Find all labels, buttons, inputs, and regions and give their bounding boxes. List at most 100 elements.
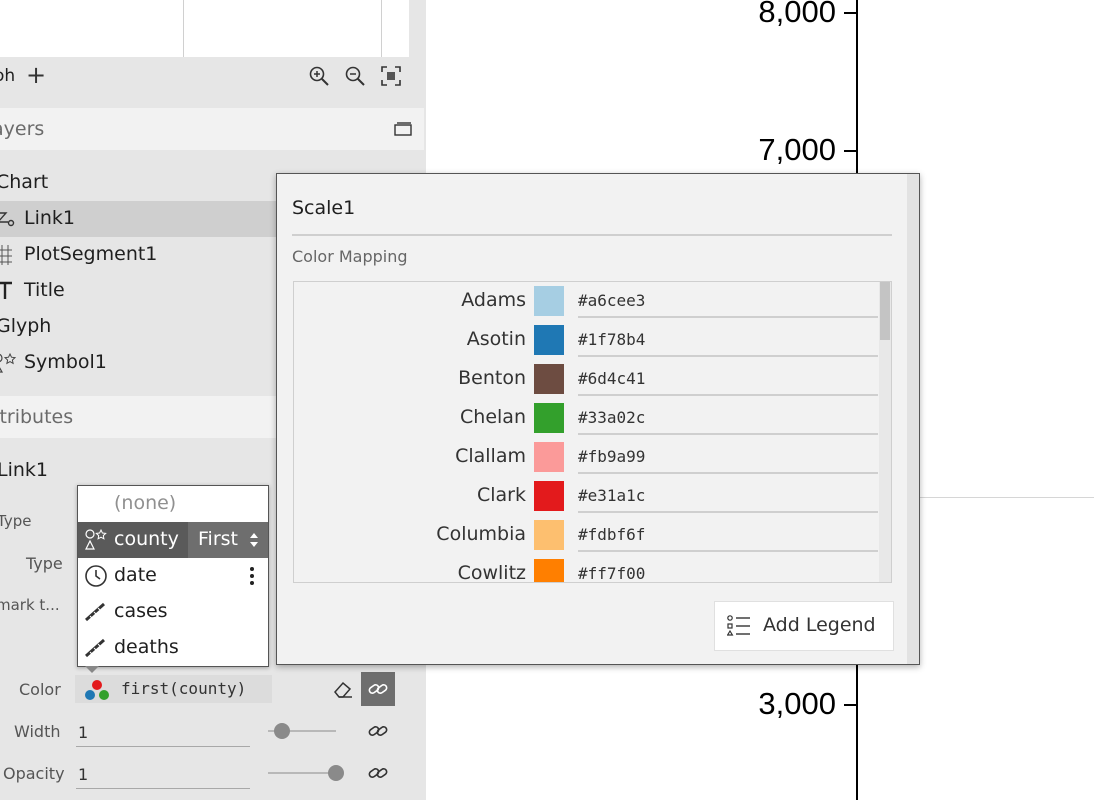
color-swatch[interactable] xyxy=(534,559,564,582)
color-swatch[interactable] xyxy=(534,325,564,355)
color-hex-value: #33a02c xyxy=(578,408,646,427)
add-glyph-icon[interactable]: + xyxy=(26,61,46,89)
glyph-tab-label[interactable]: oh xyxy=(0,66,15,86)
legend-icon xyxy=(726,615,751,637)
width-value: 1 xyxy=(78,723,89,742)
layer-label: Link1 xyxy=(24,207,75,229)
sort-arrows-icon xyxy=(248,530,260,555)
color-hex-value: #ff7f00 xyxy=(578,564,646,583)
width-input[interactable]: 1 xyxy=(76,718,250,747)
symbol-icon xyxy=(0,352,18,374)
field-option-label: (none) xyxy=(114,492,177,514)
mapping-key: Asotin xyxy=(466,328,526,350)
add-legend-button[interactable]: Add Legend xyxy=(714,601,894,651)
color-mapping-row: Cowlitz #ff7f00 xyxy=(294,555,884,583)
color-swatch[interactable] xyxy=(534,442,564,472)
mapping-list-scrollbar[interactable] xyxy=(879,282,891,582)
bind-data-icon[interactable] xyxy=(361,672,395,706)
color-hex-input[interactable]: #6d4c41 xyxy=(578,364,878,396)
scale-editor-popup: Scale1 Color Mapping Cowlitz #ff7f00 Colum… xyxy=(276,173,920,665)
link-icon xyxy=(0,208,18,230)
aggregation-value: First xyxy=(198,528,238,550)
color-hex-input[interactable]: #a6cee3 xyxy=(578,286,878,318)
more-options-icon[interactable] xyxy=(250,566,254,586)
field-option-cases[interactable]: cases xyxy=(78,594,268,630)
opacity-slider[interactable] xyxy=(268,772,336,774)
preview-gridline xyxy=(381,0,382,57)
prop-label-opacity: Opacity xyxy=(3,764,65,783)
bind-data-icon[interactable] xyxy=(361,714,395,748)
glyph-toolbar: oh + xyxy=(0,57,426,95)
color-hex-value: #e31a1c xyxy=(578,486,646,505)
color-mapping-row: Asotin #1f78b4 xyxy=(294,321,884,360)
zoom-out-icon[interactable] xyxy=(344,65,366,87)
color-swatch[interactable] xyxy=(534,403,564,433)
prop-label-width: Width xyxy=(14,722,61,741)
field-option-deaths[interactable]: deaths xyxy=(78,630,268,666)
numerical-icon xyxy=(84,636,108,660)
color-hex-input[interactable]: #ff7f00 xyxy=(578,559,878,583)
color-mapping-row: Columbia #fdbf6f xyxy=(294,516,884,555)
color-mapping-row: Chelan #33a02c xyxy=(294,399,884,438)
color-mapping-chip[interactable]: first(county) xyxy=(75,675,272,703)
scale-name: Scale1 xyxy=(292,197,356,219)
layers-header: ayers xyxy=(0,108,424,150)
eraser-icon[interactable] xyxy=(326,672,360,706)
text-icon xyxy=(0,280,18,302)
color-hex-input[interactable]: #e31a1c xyxy=(578,481,878,513)
prop-label-color: Color xyxy=(19,680,61,699)
field-dropdown: (none) county First date cases deaths xyxy=(77,485,269,673)
opacity-slider-thumb[interactable] xyxy=(328,765,344,781)
bind-data-icon[interactable] xyxy=(361,756,395,790)
y-tick-label: 3,000 xyxy=(758,686,836,721)
opacity-input[interactable]: 1 xyxy=(76,760,250,789)
prop-label-type: Type xyxy=(0,512,32,530)
preview-scrollbar[interactable] xyxy=(409,0,426,57)
color-mapping-row: Clark #e31a1c xyxy=(294,477,884,516)
color-hex-input[interactable]: #fdbf6f xyxy=(578,520,878,552)
mapping-key: Adams xyxy=(461,289,526,311)
popup-scrollbar[interactable] xyxy=(907,174,919,664)
color-mapping-row: Benton #6d4c41 xyxy=(294,360,884,399)
aggregation-select[interactable]: First xyxy=(188,522,268,558)
color-mapping-list[interactable]: Cowlitz #ff7f00 Columbia #fdbf6f Clark #e31a1… xyxy=(293,281,892,583)
mapping-key: Cowlitz xyxy=(457,562,526,583)
mapping-key: Clallam xyxy=(455,445,526,467)
y-tick xyxy=(844,12,858,14)
scale-name-input[interactable]: Scale1 xyxy=(292,194,892,236)
field-option-none[interactable]: (none) xyxy=(78,486,268,522)
color-swatch[interactable] xyxy=(534,520,564,550)
color-swatch[interactable] xyxy=(534,364,564,394)
width-slider-thumb[interactable] xyxy=(273,723,290,739)
dropdown-caret xyxy=(85,666,99,673)
layer-label: Glyph xyxy=(0,315,52,337)
prop-label-mark: mark t... xyxy=(0,596,60,614)
zoom-fit-icon[interactable] xyxy=(380,65,402,87)
add-legend-label: Add Legend xyxy=(763,614,876,636)
color-hex-input[interactable]: #1f78b4 xyxy=(578,325,878,357)
color-swatch[interactable] xyxy=(534,286,564,316)
color-swatch[interactable] xyxy=(534,481,564,511)
selected-object-name: Link1 xyxy=(0,459,48,481)
grid-icon xyxy=(0,244,18,266)
layer-label: PlotSegment1 xyxy=(24,243,158,265)
color-hex-input[interactable]: #33a02c xyxy=(578,403,878,435)
color-hex-value: #1f78b4 xyxy=(578,330,646,349)
color-mapping-row: Adams #a6cee3 xyxy=(294,282,884,321)
zoom-in-icon[interactable] xyxy=(308,65,330,87)
layer-label: Chart xyxy=(0,171,49,193)
preview-gridline xyxy=(183,0,184,57)
glyph-preview xyxy=(0,0,409,57)
layers-title: ayers xyxy=(0,118,45,140)
color-hex-input[interactable]: #fb9a99 xyxy=(578,442,878,474)
attributes-title: ttributes xyxy=(0,406,74,428)
numerical-icon xyxy=(84,600,108,624)
field-option-label: date xyxy=(114,564,157,586)
mapping-list-scrollbar-thumb[interactable] xyxy=(880,282,890,340)
collapse-panel-icon[interactable] xyxy=(394,121,412,136)
color-mapping-row: Clallam #fb9a99 xyxy=(294,438,884,477)
field-option-date[interactable]: date xyxy=(78,558,268,594)
field-option-label: county xyxy=(114,528,179,550)
field-option-county[interactable]: county First xyxy=(78,522,268,558)
y-tick xyxy=(844,150,858,152)
